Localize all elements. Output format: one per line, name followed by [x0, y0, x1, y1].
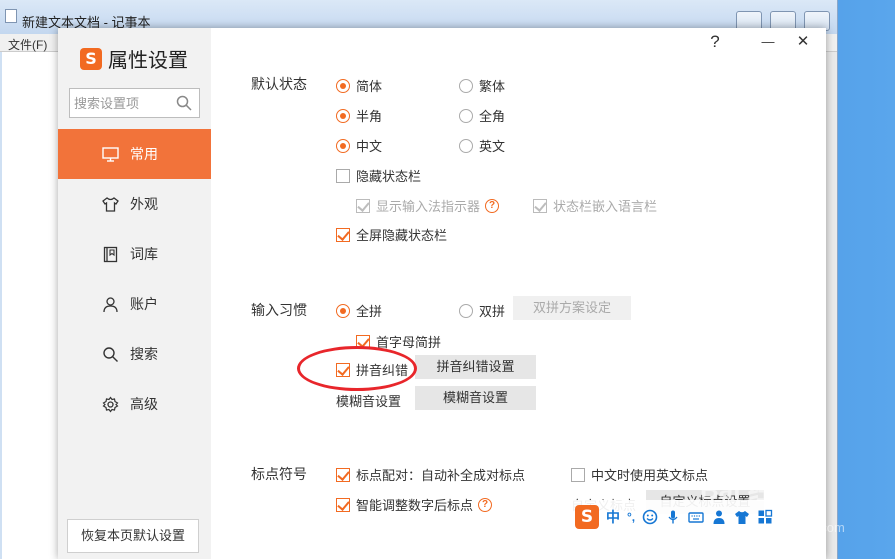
sidebar-item-label: 常用: [130, 146, 158, 162]
checkbox-smart-adjust[interactable]: 智能调整数字后标点?: [336, 495, 493, 514]
fuzzy-sound-label: 模糊音设置: [336, 394, 402, 409]
checkbox-english-punct-label: 中文时使用英文标点: [591, 468, 709, 483]
sogou-logo-icon: S: [80, 47, 102, 70]
section-default-state: 默认状态: [251, 76, 307, 92]
help-button[interactable]: ?: [705, 32, 725, 52]
checkbox-fullscreen-hide-label: 全屏隐藏状态栏: [356, 228, 448, 243]
radio-simplified[interactable]: 简体: [336, 76, 382, 95]
radio-half-width[interactable]: 半角: [336, 106, 382, 125]
ime-mode-toggle[interactable]: 中: [606, 507, 620, 527]
sidebar-item-label: 外观: [130, 196, 158, 212]
checkbox-fullscreen-hide-control[interactable]: [336, 227, 350, 242]
brand: S 属性设置: [80, 44, 188, 73]
checkbox-english-punct[interactable]: 中文时使用英文标点: [571, 465, 708, 484]
checkbox-show-indicator: 显示输入法指示器?: [356, 196, 500, 215]
radio-traditional-label: 繁体: [479, 79, 506, 94]
sidebar-item-label: 搜索: [130, 346, 158, 362]
checkbox-punct-pairing-control[interactable]: [336, 467, 350, 482]
close-button[interactable]: ✕: [793, 32, 813, 52]
monitor-icon: [102, 146, 119, 162]
radio-simplified-label: 简体: [356, 79, 383, 94]
fuzzy-sound-settings-button[interactable]: 模糊音设置: [415, 386, 536, 410]
radio-english-label: 英文: [479, 139, 506, 154]
keyboard-icon[interactable]: [688, 509, 704, 525]
radio-full-width[interactable]: 全角: [459, 106, 505, 125]
reset-defaults-button[interactable]: 恢复本页默认设置: [67, 519, 199, 553]
checkbox-embed-language-bar: 状态栏嵌入语言栏: [533, 196, 657, 215]
dialog-title: 属性设置: [108, 50, 188, 72]
checkbox-show-indicator-label: 显示输入法指示器: [376, 199, 481, 214]
checkbox-smart-adjust-control[interactable]: [336, 497, 350, 512]
checkbox-english-punct-control[interactable]: [571, 467, 585, 482]
search-icon: [103, 346, 118, 362]
radio-english[interactable]: 英文: [459, 136, 505, 155]
radio-full-width-control[interactable]: [459, 108, 473, 123]
section-punctuation: 标点符号: [251, 466, 307, 482]
radio-chinese[interactable]: 中文: [336, 136, 382, 155]
sidebar-item-common[interactable]: 常用: [58, 129, 211, 179]
radio-quanpin[interactable]: 全拼: [336, 301, 382, 320]
grid-icon[interactable]: [757, 509, 773, 525]
checkbox-punct-pairing-label: 标点配对：自动补全成对标点: [356, 468, 526, 483]
ime-status-bar: S 中 °,: [571, 500, 778, 534]
sidebar: S 属性设置 常用 外观 词库 账户 搜索 高级: [58, 28, 211, 559]
help-icon[interactable]: ?: [478, 497, 493, 512]
radio-half-width-control[interactable]: [336, 108, 350, 123]
sidebar-item-account[interactable]: 账户: [58, 279, 211, 329]
radio-traditional-control[interactable]: [459, 78, 473, 93]
notepad-menu-file[interactable]: 文件(F): [8, 36, 47, 53]
checkbox-hide-status-bar-label: 隐藏状态栏: [356, 169, 422, 184]
person-icon[interactable]: [711, 509, 727, 525]
smile-icon[interactable]: [642, 509, 658, 525]
annotation-circle: [297, 346, 417, 391]
checkbox-punct-pairing[interactable]: 标点配对：自动补全成对标点: [336, 465, 525, 484]
help-icon[interactable]: ?: [485, 198, 500, 213]
radio-simplified-control[interactable]: [336, 78, 350, 93]
user-icon: [103, 296, 118, 312]
sidebar-item-dictionary[interactable]: 词库: [58, 229, 211, 279]
sidebar-item-appearance[interactable]: 外观: [58, 179, 211, 229]
search-icon[interactable]: [176, 95, 192, 111]
book-icon: [103, 246, 118, 262]
pinyin-correction-settings-button[interactable]: 拼音纠错设置: [415, 355, 536, 379]
radio-half-width-label: 半角: [356, 109, 383, 124]
notepad-icon: [5, 9, 17, 23]
mic-icon[interactable]: [665, 509, 681, 525]
checkbox-embed-language-bar-control: [533, 198, 547, 213]
ime-punct-toggle[interactable]: °,: [627, 510, 635, 524]
section-input-habit: 输入习惯: [251, 302, 307, 318]
radio-chinese-control[interactable]: [336, 138, 350, 153]
checkbox-show-indicator-control: [356, 198, 370, 213]
ime-logo-icon[interactable]: S: [575, 505, 599, 529]
sidebar-item-label: 词库: [130, 246, 158, 262]
sidebar-item-search[interactable]: 搜索: [58, 329, 211, 379]
radio-shuangpin-control[interactable]: [459, 303, 473, 318]
checkbox-smart-adjust-label: 智能调整数字后标点: [356, 498, 474, 513]
search-input[interactable]: [74, 93, 174, 113]
radio-chinese-label: 中文: [356, 139, 383, 154]
checkbox-embed-language-bar-label: 状态栏嵌入语言栏: [553, 199, 658, 214]
shirt-icon[interactable]: [734, 509, 750, 525]
gear-icon: [102, 396, 119, 412]
checkbox-hide-status-bar-control[interactable]: [336, 168, 350, 183]
checkbox-hide-status-bar[interactable]: 隐藏状态栏: [336, 166, 421, 185]
sidebar-item-advanced[interactable]: 高级: [58, 379, 211, 429]
radio-full-width-label: 全角: [479, 109, 506, 124]
shirt-icon: [102, 196, 119, 212]
sidebar-item-label: 高级: [130, 396, 158, 412]
radio-quanpin-control[interactable]: [336, 303, 350, 318]
radio-quanpin-label: 全拼: [356, 304, 383, 319]
search-box[interactable]: [69, 88, 200, 118]
radio-traditional[interactable]: 繁体: [459, 76, 505, 95]
sidebar-item-label: 账户: [130, 296, 158, 312]
radio-shuangpin[interactable]: 双拼: [459, 301, 505, 320]
shuangpin-scheme-button[interactable]: 双拼方案设定: [513, 296, 631, 320]
minimize-button[interactable]: —: [758, 32, 778, 52]
radio-english-control[interactable]: [459, 138, 473, 153]
radio-shuangpin-label: 双拼: [479, 304, 506, 319]
checkbox-fullscreen-hide[interactable]: 全屏隐藏状态栏: [336, 225, 447, 244]
